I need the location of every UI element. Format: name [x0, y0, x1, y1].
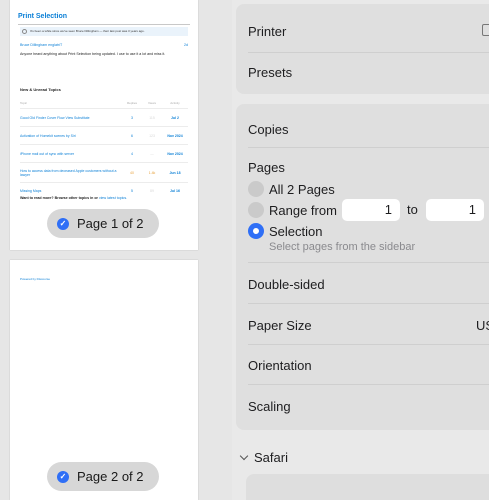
topics-table: Topic Replies Views Activity Good Old Fi… [20, 98, 188, 198]
selection-label[interactable]: Selection [269, 224, 322, 239]
presets-label[interactable]: Presets [248, 65, 292, 80]
topic-column-header: Topic [20, 101, 28, 105]
topic-replies: 40 [130, 170, 134, 175]
document-title: Print Selection [18, 13, 68, 20]
pages-label: Pages [248, 160, 285, 175]
range-radio[interactable] [248, 202, 264, 218]
printer-settings-group [236, 4, 489, 94]
paper-size-label[interactable]: Paper Size [248, 318, 312, 333]
safari-options-group [246, 474, 489, 500]
topic-activity: Jun 18 [169, 170, 181, 175]
table-row: Good Old Finder Cover Flow View Substitu… [20, 108, 188, 126]
topic-replies: 5 [131, 188, 133, 193]
page-2-selector[interactable]: ✓ Page 2 of 2 [47, 462, 159, 491]
topic-title: How to access data from deceased Apple c… [20, 168, 117, 177]
range-to-label: to [407, 202, 418, 217]
info-icon [22, 29, 27, 34]
divider [248, 262, 489, 263]
topics-header-row: Topic Replies Views Activity [20, 98, 188, 108]
divider [248, 303, 489, 304]
topic-replies: 6 [131, 133, 133, 138]
divider [248, 344, 489, 345]
checkmark-icon: ✓ [57, 217, 69, 230]
safari-section-label[interactable]: Safari [254, 450, 288, 465]
topic-views: 1.4k [148, 170, 156, 175]
activity-column-header: Activity [170, 101, 180, 105]
replies-column-header: Replies [126, 101, 137, 105]
page-1-selector[interactable]: ✓ Page 1 of 2 [47, 209, 159, 238]
range-to-input[interactable]: 1 [426, 199, 484, 221]
table-row: iPhone mail out of sync with server 4 — … [20, 144, 188, 162]
scaling-label[interactable]: Scaling [248, 399, 291, 414]
topic-title: Activation of Homekit scenes by Siri [20, 133, 76, 138]
selection-radio[interactable] [248, 223, 264, 239]
topic-replies: 4 [131, 151, 133, 156]
topics-section-title: New & Unread Topics [20, 87, 61, 92]
read-more-prompt: Want to read more? Browse other topics i… [20, 196, 99, 200]
notice-banner: It's been a while since we've seen Bruce… [20, 27, 188, 36]
table-row: Activation of Homekit scenes by Siri 6 1… [20, 126, 188, 144]
topic-replies: 3 [131, 115, 133, 120]
range-from-input[interactable]: 1 [342, 199, 400, 221]
topic-activity: Jul 16 [170, 188, 180, 193]
page-1-label: Page 1 of 2 [77, 216, 144, 231]
topic-title: iPhone mail out of sync with server [20, 151, 75, 156]
page-settings-group [236, 104, 489, 430]
copies-label[interactable]: Copies [248, 122, 288, 137]
post-date: 2d [184, 43, 188, 47]
topic-activity: Jul 2 [171, 115, 179, 120]
page-thumbnails-sidebar: Print Selection It's been a while since … [0, 0, 232, 500]
powered-by-footer: Powered by Discourse [20, 277, 51, 281]
topic-activity: Nov 2024 [167, 133, 183, 138]
all-pages-radio[interactable] [248, 181, 264, 197]
printer-icon [482, 24, 489, 36]
topic-views: 89 [150, 188, 154, 193]
latest-topics-link: view latest topics. [98, 196, 128, 200]
divider [248, 384, 489, 385]
printer-label[interactable]: Printer [248, 24, 286, 39]
notice-text: It's been a while since we've seen Bruce… [30, 29, 145, 33]
divider [248, 147, 489, 148]
post-body: Anyone heard anything about Print Select… [20, 52, 166, 56]
views-column-header: Views [148, 101, 156, 105]
orientation-label[interactable]: Orientation [248, 358, 312, 373]
topic-views: 115 [149, 115, 155, 120]
checkmark-icon: ✓ [57, 470, 69, 483]
read-more-text: Want to read more? Browse other topics i… [20, 196, 188, 200]
range-from-label[interactable]: Range from [269, 203, 337, 218]
page-2-label: Page 2 of 2 [77, 469, 144, 484]
double-sided-label[interactable]: Double-sided [248, 277, 325, 292]
topic-title: Missing Maps [20, 188, 42, 193]
paper-size-value[interactable]: US [476, 318, 489, 333]
divider [248, 52, 489, 53]
post-author: Bruce Dillingham englatriT [20, 43, 63, 47]
topic-views: 123 [149, 133, 155, 138]
topic-views: — [150, 151, 154, 156]
selection-hint: Select pages from the sidebar [269, 241, 416, 253]
title-divider [18, 24, 190, 25]
table-row: How to access data from deceased Apple c… [20, 162, 188, 182]
topic-title: Good Old Finder Cover Flow View Substitu… [20, 115, 90, 120]
all-pages-label[interactable]: All 2 Pages [269, 182, 335, 197]
topic-activity: Nov 2024 [167, 151, 183, 156]
